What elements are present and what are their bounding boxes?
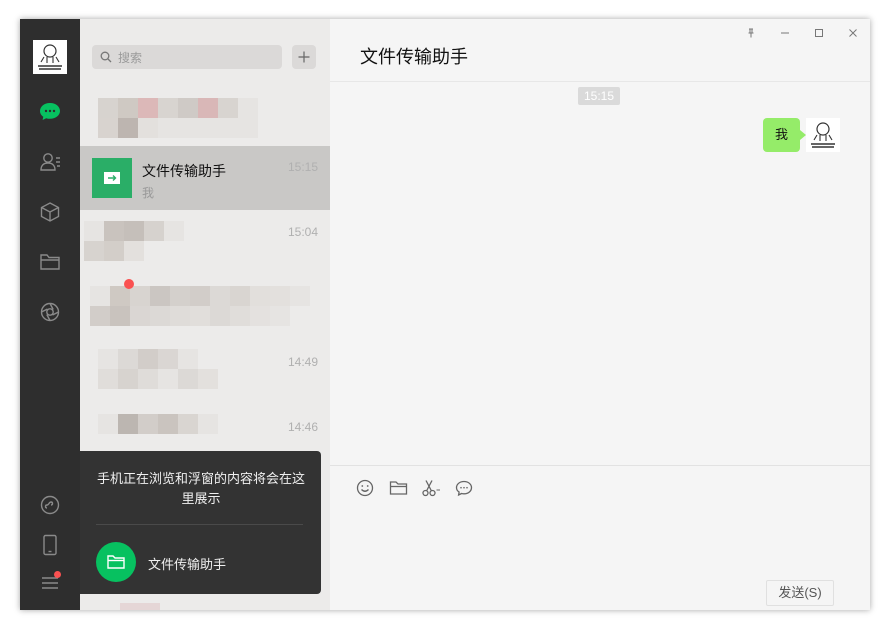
conversation-row-blurred[interactable]: 14:49 <box>80 341 330 405</box>
plus-icon <box>298 51 310 63</box>
close-icon[interactable] <box>844 25 862 41</box>
send-button[interactable]: 发送(S) <box>766 580 834 606</box>
maximize-icon[interactable] <box>810 25 828 41</box>
conversation-row-blurred[interactable] <box>80 276 330 340</box>
file-transfer-avatar <box>92 158 132 198</box>
tip-file-name[interactable]: 文件传输助手 <box>148 554 226 573</box>
conversation-time: 15:15 <box>287 160 318 174</box>
contacts-icon[interactable] <box>35 147 65 177</box>
blurred-content <box>98 414 238 434</box>
user-avatar[interactable] <box>33 40 67 74</box>
conversation-row-blurred[interactable]: 15:04 <box>80 211 330 275</box>
tip-divider <box>96 524 303 525</box>
blurred-content <box>98 349 238 389</box>
menu-icon[interactable] <box>35 568 65 598</box>
moments-icon[interactable] <box>35 297 65 327</box>
search-icon <box>100 51 112 63</box>
message-bubble-me[interactable]: 我 <box>762 118 807 152</box>
conversation-title: 文件传输助手 <box>142 163 226 179</box>
conversation-preview: 我 <box>142 186 155 200</box>
menu-badge-dot <box>54 571 61 578</box>
search-placeholder: 搜索 <box>118 50 143 65</box>
composer-divider <box>330 465 870 466</box>
conversation-row-blurred[interactable] <box>80 81 330 145</box>
unread-dot <box>124 279 134 289</box>
tip-folder-icon[interactable] <box>96 542 136 582</box>
emoji-icon[interactable] <box>354 478 376 498</box>
folder-icon[interactable] <box>35 247 65 277</box>
conversation-time: 15:04 <box>287 225 318 239</box>
minimize-icon[interactable] <box>776 25 794 41</box>
message-timestamp: 15:15 <box>578 87 620 105</box>
chat-icon[interactable] <box>35 97 65 127</box>
wechat-window: 搜索 文件传输助手 15:15 我 15:04 14:49 14:46 手机正在… <box>20 19 870 610</box>
file-folder-icon[interactable] <box>387 478 409 498</box>
favorites-cube-icon[interactable] <box>35 197 65 227</box>
phone-icon[interactable] <box>35 530 65 560</box>
conversation-time: 14:46 <box>287 420 318 434</box>
pin-icon[interactable] <box>742 25 760 41</box>
floating-window-tip: 手机正在浏览和浮窗的内容将会在这里展示 文件传输助手 <box>80 451 321 594</box>
mini-program-icon[interactable] <box>35 490 65 520</box>
blurred-content <box>84 221 184 261</box>
conversation-row-file-transfer[interactable]: 文件传输助手 15:15 我 <box>80 146 330 210</box>
add-chat-button[interactable] <box>292 45 316 69</box>
conversation-time: 14:49 <box>287 355 318 369</box>
chat-title: 文件传输助手 <box>360 47 468 67</box>
file-transfer-icon <box>104 172 120 184</box>
blurred-content <box>98 98 258 138</box>
tip-message: 手机正在浏览和浮窗的内容将会在这里展示 <box>96 471 305 506</box>
chat-history-icon[interactable] <box>453 478 475 498</box>
blurred-content <box>90 286 310 326</box>
search-input[interactable]: 搜索 <box>92 45 282 69</box>
blurred-content <box>120 603 160 610</box>
screenshot-scissors-icon[interactable] <box>420 478 442 498</box>
nav-rail <box>20 19 80 610</box>
chat-panel: 文件传输助手 15:15 我 发送(S) <box>330 19 870 610</box>
my-avatar[interactable] <box>806 118 840 152</box>
header-divider <box>330 81 870 82</box>
